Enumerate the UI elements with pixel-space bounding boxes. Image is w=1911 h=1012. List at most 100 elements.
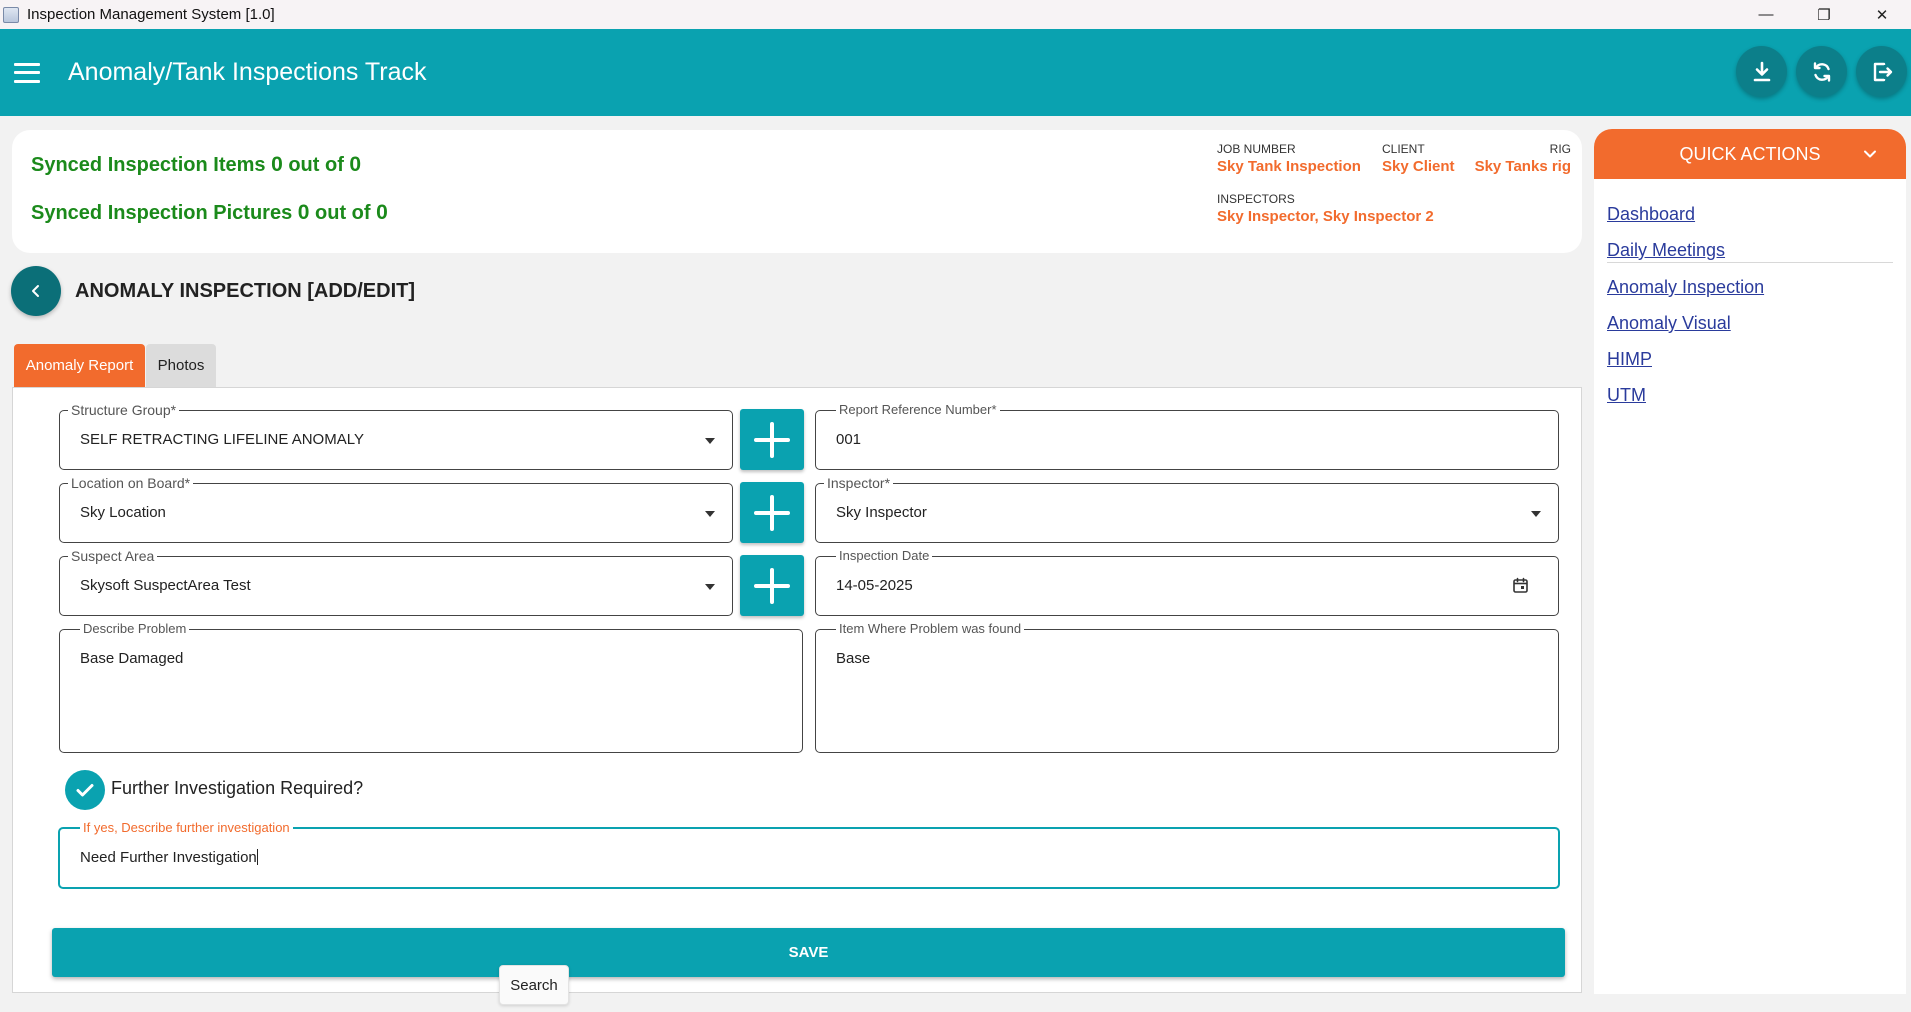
plus-icon — [754, 567, 790, 604]
appbar-actions — [1736, 46, 1907, 97]
dropdown-arrow-icon — [705, 584, 715, 590]
inspection-date-value: 14-05-2025 — [836, 577, 913, 594]
report-reference-number-label: Report Reference Number* — [836, 401, 1000, 419]
report-reference-number-value: 001 — [836, 431, 862, 448]
synced-items-out-of: out of — [288, 154, 344, 176]
location-on-board-value: Sky Location — [80, 504, 166, 521]
report-reference-number-input[interactable]: Report Reference Number* 001 — [815, 401, 1559, 470]
further-investigation-label: Further Investigation Required? — [111, 778, 364, 798]
chevron-down-icon[interactable] — [1862, 146, 1878, 162]
quick-link-anomaly-visual[interactable]: Anomaly Visual — [1607, 313, 1731, 334]
add-suspect-area-button[interactable] — [740, 555, 804, 616]
quick-actions-panel: QUICK ACTIONS Dashboard Daily Meetings A… — [1594, 129, 1906, 994]
structure-group-value: SELF RETRACTING LIFELINE ANOMALY — [80, 431, 364, 448]
app-icon — [3, 6, 19, 23]
further-investigation-description-value: Need Further Investigation — [80, 849, 258, 866]
page-title: ANOMALY INSPECTION [ADD/EDIT] — [75, 280, 416, 302]
quick-actions-header[interactable]: QUICK ACTIONS — [1594, 129, 1906, 179]
client: CLIENT Sky Client — [1382, 142, 1455, 175]
back-button[interactable] — [11, 266, 61, 316]
location-on-board-select[interactable]: Location on Board* Sky Location — [59, 474, 733, 543]
text-cursor — [256, 849, 258, 865]
app-bar: Anomaly/Tank Inspections Track — [0, 29, 1911, 116]
dropdown-arrow-icon — [705, 438, 715, 444]
dropdown-arrow-icon — [1531, 511, 1541, 517]
quick-link-utm[interactable]: UTM — [1607, 385, 1646, 406]
inspectors-value: Sky Inspector, Sky Inspector 2 — [1217, 208, 1434, 225]
synced-items-label: Synced Inspection Items — [31, 154, 266, 176]
add-structure-group-button[interactable] — [740, 409, 804, 470]
synced-items-line: Synced Inspection Items 0 out of 0 — [31, 153, 361, 177]
further-investigation-input[interactable]: If yes, Describe further investigation N… — [58, 819, 1560, 889]
dropdown-arrow-icon — [705, 511, 715, 517]
structure-group-select[interactable]: Structure Group* SELF RETRACTING LIFELIN… — [59, 401, 733, 470]
rig-label: RIG — [1549, 142, 1571, 156]
job-number-value: Sky Tank Inspection — [1217, 158, 1361, 175]
calendar-icon[interactable] — [1512, 577, 1529, 594]
inspection-date-input[interactable]: Inspection Date 14-05-2025 — [815, 547, 1559, 616]
further-investigation-description-label: If yes, Describe further investigation — [80, 819, 293, 837]
synced-pictures-count: 0 — [297, 201, 310, 224]
inspectors-label: INSPECTORS — [1217, 192, 1295, 206]
structure-group-label: Structure Group* — [68, 401, 180, 419]
quick-link-daily-meetings[interactable]: Daily Meetings — [1607, 240, 1725, 261]
menu-icon[interactable] — [14, 62, 40, 83]
quick-link-himp[interactable]: HIMP — [1607, 349, 1652, 370]
synced-pictures-line: Synced Inspection Pictures 0 out of 0 — [31, 201, 388, 225]
suspect-area-value: Skysoft SuspectArea Test — [80, 577, 251, 594]
rig: RIG Sky Tanks rig — [1475, 142, 1571, 175]
suspect-area-label: Suspect Area — [68, 547, 158, 565]
save-button[interactable]: SAVE — [52, 928, 1565, 977]
describe-problem-value: Base Damaged — [80, 650, 184, 667]
close-icon[interactable]: ✕ — [1853, 0, 1911, 29]
minimize-icon[interactable]: — — [1737, 0, 1795, 29]
check-icon — [76, 784, 94, 797]
window-controls: — ❐ ✕ — [1737, 0, 1911, 29]
window-titlebar: Inspection Management System [1.0] — ❐ ✕ — [0, 0, 1911, 29]
restore-icon[interactable]: ❐ — [1795, 0, 1853, 29]
chevron-left-icon — [32, 285, 39, 297]
quick-link-anomaly-inspection[interactable]: Anomaly Inspection — [1607, 277, 1764, 298]
download-icon — [1753, 61, 1770, 81]
describe-problem-textarea[interactable]: Describe Problem Base Damaged — [59, 620, 803, 753]
quick-actions-divider — [1607, 262, 1893, 263]
item-where-problem-found-value: Base — [836, 650, 871, 667]
inspector-select[interactable]: Inspector* Sky Inspector — [815, 474, 1559, 543]
logout-icon — [1873, 62, 1892, 81]
download-button[interactable] — [1736, 46, 1787, 97]
quick-actions-title: QUICK ACTIONS — [1679, 143, 1821, 164]
sync-button[interactable] — [1796, 46, 1847, 97]
plus-icon — [754, 494, 790, 531]
tab-anomaly-report[interactable]: Anomaly Report — [14, 344, 145, 387]
describe-problem-label: Describe Problem — [80, 620, 190, 638]
synced-pictures-total: 0 — [376, 201, 388, 224]
client-value: Sky Client — [1382, 158, 1455, 175]
synced-pictures-out-of: out of — [315, 202, 371, 224]
app-title: Anomaly/Tank Inspections Track — [68, 58, 427, 86]
location-on-board-label: Location on Board* — [68, 474, 194, 492]
synced-items-total: 0 — [349, 153, 362, 176]
tab-photos[interactable]: Photos — [146, 344, 216, 387]
item-where-problem-found-textarea[interactable]: Item Where Problem was found Base — [815, 620, 1559, 753]
search-tooltip: Search — [499, 965, 569, 1005]
add-location-button[interactable] — [740, 482, 804, 543]
inspectors: INSPECTORS Sky Inspector, Sky Inspector … — [1217, 192, 1434, 225]
plus-icon — [754, 421, 790, 458]
window-title: Inspection Management System [1.0] — [27, 6, 275, 23]
sync-status-card: Synced Inspection Items 0 out of 0 Synce… — [12, 130, 1582, 253]
suspect-area-select[interactable]: Suspect Area Skysoft SuspectArea Test — [59, 547, 733, 616]
job-number: JOB NUMBER Sky Tank Inspection — [1217, 142, 1361, 175]
item-where-problem-found-label: Item Where Problem was found — [836, 620, 1025, 638]
synced-pictures-label: Synced Inspection Pictures — [31, 202, 293, 224]
rig-value: Sky Tanks rig — [1474, 158, 1571, 175]
job-number-label: JOB NUMBER — [1217, 142, 1296, 156]
synced-items-count: 0 — [271, 153, 283, 176]
inspector-value: Sky Inspector — [836, 504, 927, 521]
client-label: CLIENT — [1382, 142, 1425, 156]
sync-icon — [1813, 61, 1830, 82]
inspector-label: Inspector* — [824, 474, 894, 492]
quick-link-dashboard[interactable]: Dashboard — [1607, 204, 1695, 225]
inspection-date-label: Inspection Date — [836, 547, 933, 565]
further-investigation-checkbox[interactable] — [65, 770, 105, 810]
logout-button[interactable] — [1856, 46, 1907, 97]
